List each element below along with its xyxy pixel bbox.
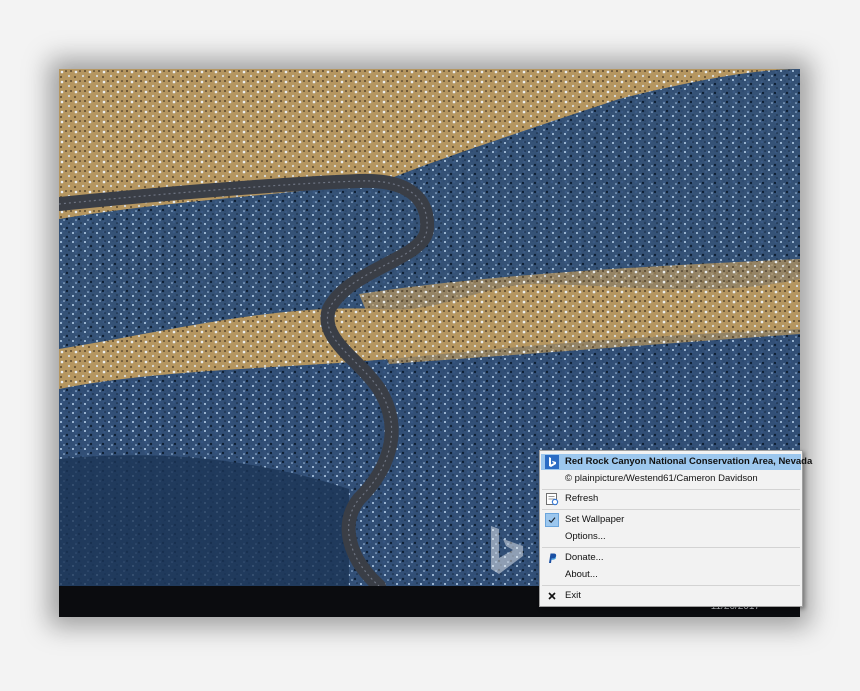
set-wallpaper-label: Set Wallpaper [565, 514, 625, 525]
menu-item-exit[interactable]: Exit [541, 588, 801, 604]
refresh-icon [546, 493, 559, 506]
menu-item-options[interactable]: Options... [541, 529, 801, 545]
tray-context-menu: Red Rock Canyon National Conservation Ar… [539, 450, 812, 607]
refresh-label: Refresh [565, 493, 599, 504]
menu-separator [542, 509, 800, 510]
exit-label: Exit [565, 590, 581, 601]
menu-item-donate[interactable]: Donate... [541, 550, 801, 566]
donate-label: Donate... [565, 552, 604, 563]
menu-separator [542, 547, 800, 548]
menu-item-refresh[interactable]: Refresh [541, 491, 801, 507]
checkmark-icon [545, 513, 559, 527]
bing-logo-icon [545, 455, 559, 469]
options-label: Options... [565, 531, 606, 542]
menu-item-set-wallpaper[interactable]: Set Wallpaper [541, 512, 801, 528]
menu-item-copyright[interactable]: © plainpicture/Westend61/Cameron Davidso… [541, 471, 801, 487]
menu-item-location[interactable]: Red Rock Canyon National Conservation Ar… [541, 454, 812, 470]
about-label: About... [565, 569, 598, 580]
menu-separator [542, 489, 800, 490]
menu-item-about[interactable]: About... [541, 567, 801, 583]
bing-watermark-icon [491, 526, 523, 574]
close-icon [548, 592, 556, 600]
menu-separator [542, 585, 800, 586]
location-label: Red Rock Canyon National Conservation Ar… [565, 456, 813, 467]
copyright-label: © plainpicture/Westend61/Cameron Davidso… [565, 473, 758, 484]
paypal-icon [549, 553, 557, 563]
